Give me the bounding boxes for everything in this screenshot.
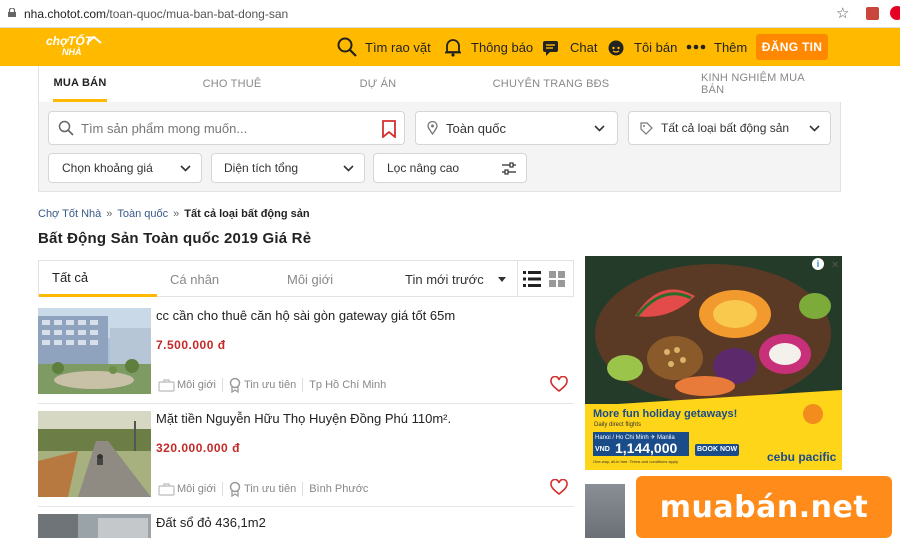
nav-chat[interactable]: Chat <box>542 28 597 66</box>
chat-icon <box>543 41 558 56</box>
area-select[interactable]: Diện tích tổng <box>211 153 365 183</box>
listing-filter-bar: Tất cả Cá nhân Môi giới Tin mới trước <box>38 260 574 297</box>
listing-thumbnail[interactable] <box>38 308 151 394</box>
tag-icon <box>640 121 653 135</box>
ad-price: 1,144,000 <box>615 440 678 456</box>
chevron-down-icon <box>343 165 354 172</box>
breadcrumb-location[interactable]: Toàn quốc <box>117 208 168 220</box>
more-dots-icon <box>686 44 706 50</box>
ad-terms: One-way, all-in fare. Terms and conditio… <box>593 459 679 464</box>
search-icon <box>58 120 74 136</box>
cho-tot-nha-logo[interactable]: chợTỐT NHÀ <box>46 32 116 62</box>
ad-headline: More fun holiday getaways! <box>593 408 738 420</box>
pinterest-icon[interactable] <box>890 6 900 20</box>
save-heart-icon[interactable] <box>550 376 568 392</box>
extension-icon[interactable] <box>866 7 879 20</box>
tab-du-an[interactable]: DỰ ÁN <box>355 66 401 102</box>
priority-badge-icon <box>229 377 241 393</box>
listing-title[interactable]: Mặt tiền Nguyễn Hữu Thọ Huyện Đồng Phú 1… <box>156 411 451 426</box>
property-type-select[interactable]: Tất cả loại bất động sản <box>628 111 831 145</box>
breadcrumb: Chợ Tốt Nhà» Toàn quốc» Tất cả loại bất độ… <box>38 208 310 220</box>
cebu-pacific-ad[interactable]: i ✕ More fun holiday getaways! Daily dir… <box>585 256 842 470</box>
ad-cta-button[interactable]: BOOK NOW <box>697 446 737 453</box>
briefcase-icon <box>158 378 175 392</box>
post-ad-button[interactable]: ĐĂNG TIN <box>756 34 828 60</box>
tab-mua-ban[interactable]: MUA BÁN <box>53 66 107 102</box>
category-tabs: MUA BÁN CHO THUÊ DỰ ÁN CHUYÊN TRANG BĐS … <box>39 66 841 102</box>
bell-icon <box>445 39 461 57</box>
bookmark-star-icon[interactable]: ☆ <box>836 4 849 22</box>
listing-meta: Môi giới Tin ưu tiên Bình Phước <box>158 481 368 497</box>
chevron-down-icon <box>809 125 820 132</box>
listing-thumbnail[interactable] <box>38 514 151 538</box>
breadcrumb-current: Tất cả loại bất động sản <box>184 208 310 220</box>
listing-meta: Môi giới Tin ưu tiên Tp Hồ Chí Minh <box>158 377 386 393</box>
nav-notifications[interactable]: Thông báo <box>443 28 533 66</box>
chevron-down-icon <box>180 165 191 172</box>
breadcrumb-home[interactable]: Chợ Tốt Nhà <box>38 208 101 220</box>
map-pin-icon <box>427 121 438 135</box>
advanced-filter-button[interactable]: Lọc nâng cao <box>373 153 527 183</box>
caret-down-icon <box>497 276 506 282</box>
search-panel: MUA BÁN CHO THUÊ DỰ ÁN CHUYÊN TRANG BĐS … <box>38 66 841 192</box>
priority-badge-icon <box>229 481 241 497</box>
listing-title[interactable]: Đất sổ đỏ 436,1m2 <box>156 515 266 530</box>
nav-search-ads[interactable]: Tìm rao vặt <box>337 28 431 66</box>
url-text[interactable]: nha.chotot.com/toan-quoc/mua-ban-bat-don… <box>24 7 288 21</box>
tab-broker[interactable]: Môi giới <box>287 261 333 297</box>
chevron-down-icon <box>594 125 605 132</box>
bookmark-icon[interactable] <box>381 120 397 138</box>
keyword-search-input[interactable]: Tìm sản phẩm mong muốn... <box>48 111 405 145</box>
grid-view-icon[interactable] <box>549 271 565 287</box>
listing-title[interactable]: cc cần cho thuê căn hộ sài gòn gateway g… <box>156 308 455 323</box>
svg-text:i: i <box>817 259 820 269</box>
listing-price: 320.000.000 đ <box>156 441 240 455</box>
listing-price: 7.500.000 đ <box>156 338 226 352</box>
tab-kinh-nghiem[interactable]: KINH NGHIỆM MUA BÁN <box>701 66 827 102</box>
tab-cho-thue[interactable]: CHO THUÊ <box>199 66 265 102</box>
sliders-icon <box>502 162 516 175</box>
page-title: Bất Động Sản Toàn quốc 2019 Giá Rẻ <box>38 230 312 247</box>
listing-item[interactable]: cc cần cho thuê căn hộ sài gòn gateway g… <box>38 308 574 398</box>
location-select[interactable]: Toàn quốc <box>415 111 618 145</box>
tab-chuyen-trang-bds[interactable]: CHUYÊN TRANG BĐS <box>491 66 611 102</box>
listing-item[interactable]: Mặt tiền Nguyễn Hữu Thọ Huyện Đồng Phú 1… <box>38 411 574 501</box>
briefcase-icon <box>158 482 175 496</box>
tab-individual[interactable]: Cá nhân <box>170 261 219 297</box>
ad-brand: cebu pacific <box>767 450 837 464</box>
save-heart-icon[interactable] <box>550 479 568 495</box>
view-toggle <box>517 261 574 297</box>
ad-thumbnail <box>585 484 625 538</box>
sort-select[interactable]: Tin mới trước <box>405 261 506 297</box>
listing-item[interactable]: Đất sổ đỏ 436,1m2 <box>38 514 574 538</box>
house-icon <box>86 36 102 44</box>
site-header: chợTỐT NHÀ Tìm rao vặt Thông báo Chat Tô… <box>0 28 900 66</box>
svg-text:✕: ✕ <box>831 260 839 271</box>
user-face-icon <box>608 40 624 56</box>
divider <box>38 506 574 507</box>
search-icon <box>337 37 357 57</box>
price-range-select[interactable]: Chọn khoảng giá <box>48 153 202 183</box>
divider <box>38 403 574 404</box>
nav-more[interactable]: Thêm <box>686 28 747 66</box>
ad-currency: VND <box>595 446 610 453</box>
nav-my-ads[interactable]: Tôi bán <box>606 28 677 66</box>
listing-thumbnail[interactable] <box>38 411 151 497</box>
ad-subheadline: Daily direct flights <box>594 422 642 428</box>
watermark-logo: muabán.net <box>636 476 892 538</box>
lock-icon <box>8 8 16 17</box>
list-view-icon[interactable] <box>523 271 541 287</box>
tab-all[interactable]: Tất cả <box>39 261 157 297</box>
browser-address-bar[interactable]: nha.chotot.com/toan-quoc/mua-ban-bat-don… <box>0 0 900 28</box>
